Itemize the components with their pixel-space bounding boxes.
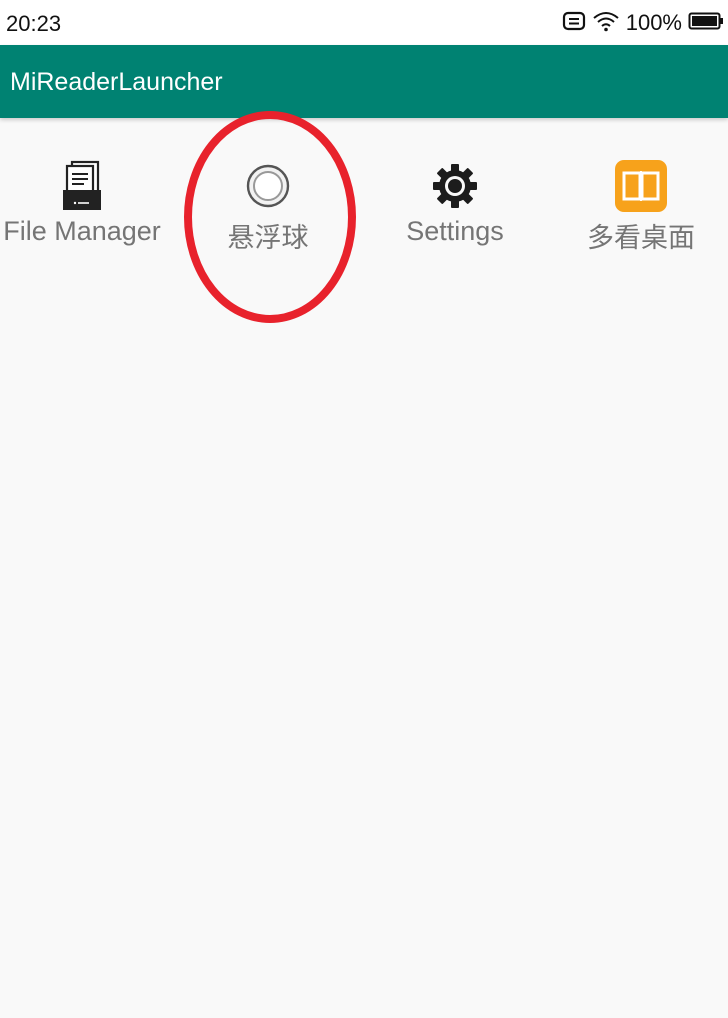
app-bar: MiReaderLauncher (0, 45, 728, 118)
status-indicators: 100% (556, 10, 724, 36)
gear-icon (427, 158, 483, 214)
app-label-floating-ball: 悬浮球 (227, 223, 309, 253)
app-floating-ball[interactable]: 悬浮球 (177, 150, 359, 260)
battery-icon (688, 11, 724, 36)
app-label-settings: Settings (406, 216, 504, 246)
wifi-icon (592, 10, 620, 37)
app-label-file-manager: File Manager (3, 216, 161, 246)
file-manager-icon (54, 158, 110, 214)
status-bar: 20:23 100% (0, 0, 728, 45)
floating-ball-icon (240, 158, 296, 214)
message-icon (562, 11, 586, 36)
app-grid: File Manager 悬浮球 Settings 多看桌面 (0, 150, 728, 260)
app-settings[interactable]: Settings (364, 150, 546, 260)
status-time: 20:23 (6, 11, 62, 36)
battery-percent: 100% (625, 10, 682, 35)
app-duokan-desktop[interactable]: 多看桌面 (550, 150, 728, 260)
app-file-manager[interactable]: File Manager (0, 150, 173, 260)
book-icon (613, 158, 669, 214)
app-label-duokan-desktop: 多看桌面 (587, 223, 695, 253)
app-title: MiReaderLauncher (10, 68, 223, 96)
